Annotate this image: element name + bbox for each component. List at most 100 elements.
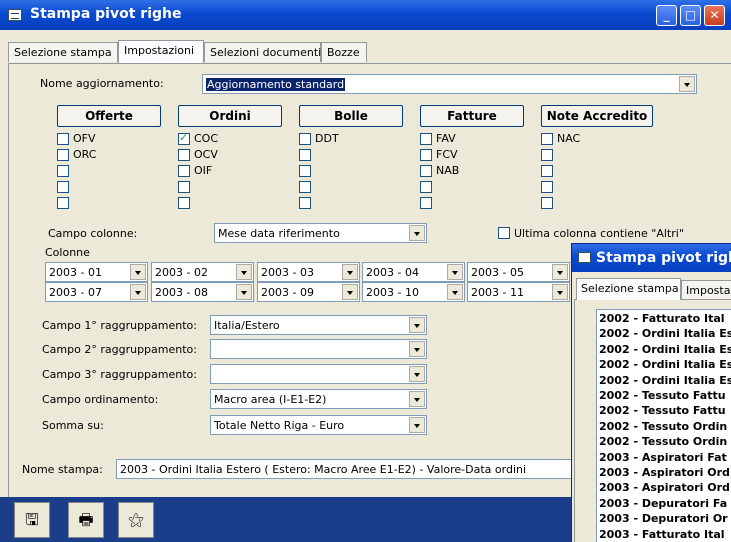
chevron-down-icon[interactable] <box>447 284 463 300</box>
bolle-button[interactable]: Bolle <box>299 105 403 127</box>
colonna-select[interactable]: 2003 - 05 <box>467 262 570 282</box>
checkbox-offerte-3[interactable] <box>57 181 69 193</box>
checkbox-fatture-2[interactable] <box>420 165 432 177</box>
checkbox-note-accredito-3[interactable] <box>541 181 553 193</box>
colonna-select[interactable]: 2003 - 04 <box>362 262 465 282</box>
checkbox-offerte-2[interactable] <box>57 165 69 177</box>
chevron-down-icon[interactable] <box>236 264 252 280</box>
checkbox-label: ORC <box>73 148 97 161</box>
offerte-button[interactable]: Offerte <box>57 105 161 127</box>
checkbox-bolle-2[interactable] <box>299 165 311 177</box>
campo-colonne-select[interactable]: Mese data riferimento <box>214 223 427 243</box>
chevron-down-icon[interactable] <box>552 264 568 280</box>
checkbox-offerte-4[interactable] <box>57 197 69 209</box>
chevron-down-icon[interactable] <box>447 264 463 280</box>
colonna-select[interactable]: 2003 - 03 <box>257 262 360 282</box>
list-item[interactable]: 2002 - Tessuto Ordin <box>599 435 727 448</box>
chevron-down-icon[interactable] <box>552 284 568 300</box>
second-tab-impostazioni[interactable]: Impostaz <box>681 280 731 300</box>
chevron-down-icon[interactable] <box>342 284 358 300</box>
checkbox-bolle-0[interactable] <box>299 133 311 145</box>
field-select[interactable] <box>210 364 427 384</box>
close-button[interactable]: ✕ <box>704 5 725 26</box>
checkbox-bolle-1[interactable] <box>299 149 311 161</box>
checkbox-fatture-4[interactable] <box>420 197 432 209</box>
colonna-select[interactable]: 2003 - 07 <box>45 282 148 302</box>
tab-bozze[interactable]: Bozze <box>321 42 367 62</box>
field-select[interactable]: Italia/Estero <box>210 315 427 335</box>
checkbox-offerte-1[interactable] <box>57 149 69 161</box>
list-item[interactable]: 2003 - Fatturato Ital <box>599 528 725 541</box>
window-title: Stampa pivot righe <box>30 6 182 22</box>
list-item[interactable]: 2003 - Aspiratori Fat <box>599 451 727 464</box>
chevron-down-icon[interactable] <box>409 341 425 357</box>
checkbox-fatture-1[interactable] <box>420 149 432 161</box>
checkbox-offerte-0[interactable] <box>57 133 69 145</box>
colonna-select[interactable]: 2003 - 11 <box>467 282 570 302</box>
chevron-down-icon[interactable] <box>130 284 146 300</box>
chevron-down-icon[interactable] <box>236 284 252 300</box>
checkbox-ordini-0[interactable] <box>178 131 190 145</box>
second-tab-selezione-stampa[interactable]: Selezione stampa <box>576 278 681 300</box>
field-select[interactable]: Totale Netto Riga - Euro <box>210 415 427 435</box>
list-item[interactable]: 2003 - Aspiratori Ord <box>599 466 730 479</box>
chevron-down-icon[interactable] <box>130 264 146 280</box>
field-label: Campo 1° raggruppamento: <box>42 319 197 332</box>
ultima-colonna-checkbox[interactable] <box>498 227 510 239</box>
checkbox-note-accredito-2[interactable] <box>541 165 553 177</box>
checkbox-note-accredito-4[interactable] <box>541 197 553 209</box>
checkbox-ordini-2[interactable] <box>178 165 190 177</box>
colonna-select[interactable]: 2003 - 08 <box>151 282 254 302</box>
fatture-button[interactable]: Fatture <box>420 105 524 127</box>
chevron-down-icon[interactable] <box>342 264 358 280</box>
chevron-down-icon[interactable] <box>409 225 425 241</box>
field-select[interactable]: Macro area (I-E1-E2) <box>210 389 427 409</box>
field-select[interactable] <box>210 339 427 359</box>
maximize-button[interactable]: □ <box>680 5 701 26</box>
list-item[interactable]: 2002 - Ordini Italia Es <box>599 327 731 340</box>
checkbox-fatture-0[interactable] <box>420 133 432 145</box>
wand-icon[interactable]: ⚝ <box>118 502 154 538</box>
chevron-down-icon[interactable] <box>409 417 425 433</box>
second-window-title: Stampa pivot righe <box>596 250 731 266</box>
list-item[interactable]: 2002 - Ordini Italia Es <box>599 358 731 371</box>
colonna-select[interactable]: 2003 - 01 <box>45 262 148 282</box>
ordini-button[interactable]: Ordini <box>178 105 282 127</box>
checkbox-note-accredito-1[interactable] <box>541 149 553 161</box>
note-accredito-button[interactable]: Note Accredito <box>541 105 653 127</box>
checkbox-bolle-3[interactable] <box>299 181 311 193</box>
list-item[interactable]: 2002 - Tessuto Ordin <box>599 420 727 433</box>
list-item[interactable]: 2003 - Aspiratori Ord <box>599 481 730 494</box>
checkbox-ordini-1[interactable] <box>178 149 190 161</box>
checkbox-bolle-4[interactable] <box>299 197 311 209</box>
chevron-down-icon[interactable] <box>409 317 425 333</box>
chevron-down-icon[interactable] <box>409 366 425 382</box>
checkbox-label: NAC <box>557 132 581 145</box>
list-item[interactable]: 2002 - Tessuto Fattu <box>599 389 726 402</box>
tab-impostazioni[interactable]: Impostazioni <box>118 40 204 63</box>
chevron-down-icon[interactable] <box>409 391 425 407</box>
colonna-select[interactable]: 2003 - 02 <box>151 262 254 282</box>
nome-aggiornamento-label: Nome aggiornamento: <box>40 77 164 90</box>
checkbox-note-accredito-0[interactable] <box>541 133 553 145</box>
save-icon[interactable]: 🖫 <box>14 502 50 538</box>
tab-selezioni-documenti[interactable]: Selezioni documenti <box>204 42 321 62</box>
list-item[interactable]: 2002 - Ordini Italia Es <box>599 343 731 356</box>
print-icon[interactable]: 🖶 <box>68 502 104 538</box>
checkbox-ordini-3[interactable] <box>178 181 190 193</box>
print-list[interactable]: 2002 - Fatturato Ital 2002 - Ordini Itali… <box>596 309 731 542</box>
list-item[interactable]: 2003 - Depuratori Fa <box>599 497 727 510</box>
nome-stampa-input[interactable]: 2003 - Ordini Italia Estero ( Estero: Ma… <box>116 459 576 479</box>
chevron-down-icon[interactable] <box>679 76 695 92</box>
list-item[interactable]: 2002 - Ordini Italia Es <box>599 374 731 387</box>
list-item[interactable]: 2002 - Fatturato Ital <box>599 312 725 325</box>
nome-aggiornamento-select[interactable]: Aggiornamento standard <box>202 74 697 94</box>
tab-selezione-stampa[interactable]: Selezione stampa <box>8 42 118 62</box>
checkbox-fatture-3[interactable] <box>420 181 432 193</box>
colonna-select[interactable]: 2003 - 10 <box>362 282 465 302</box>
colonna-select[interactable]: 2003 - 09 <box>257 282 360 302</box>
list-item[interactable]: 2003 - Depuratori Or <box>599 512 728 525</box>
minimize-button[interactable]: _ <box>656 5 677 26</box>
list-item[interactable]: 2002 - Tessuto Fattu <box>599 404 726 417</box>
checkbox-ordini-4[interactable] <box>178 197 190 209</box>
